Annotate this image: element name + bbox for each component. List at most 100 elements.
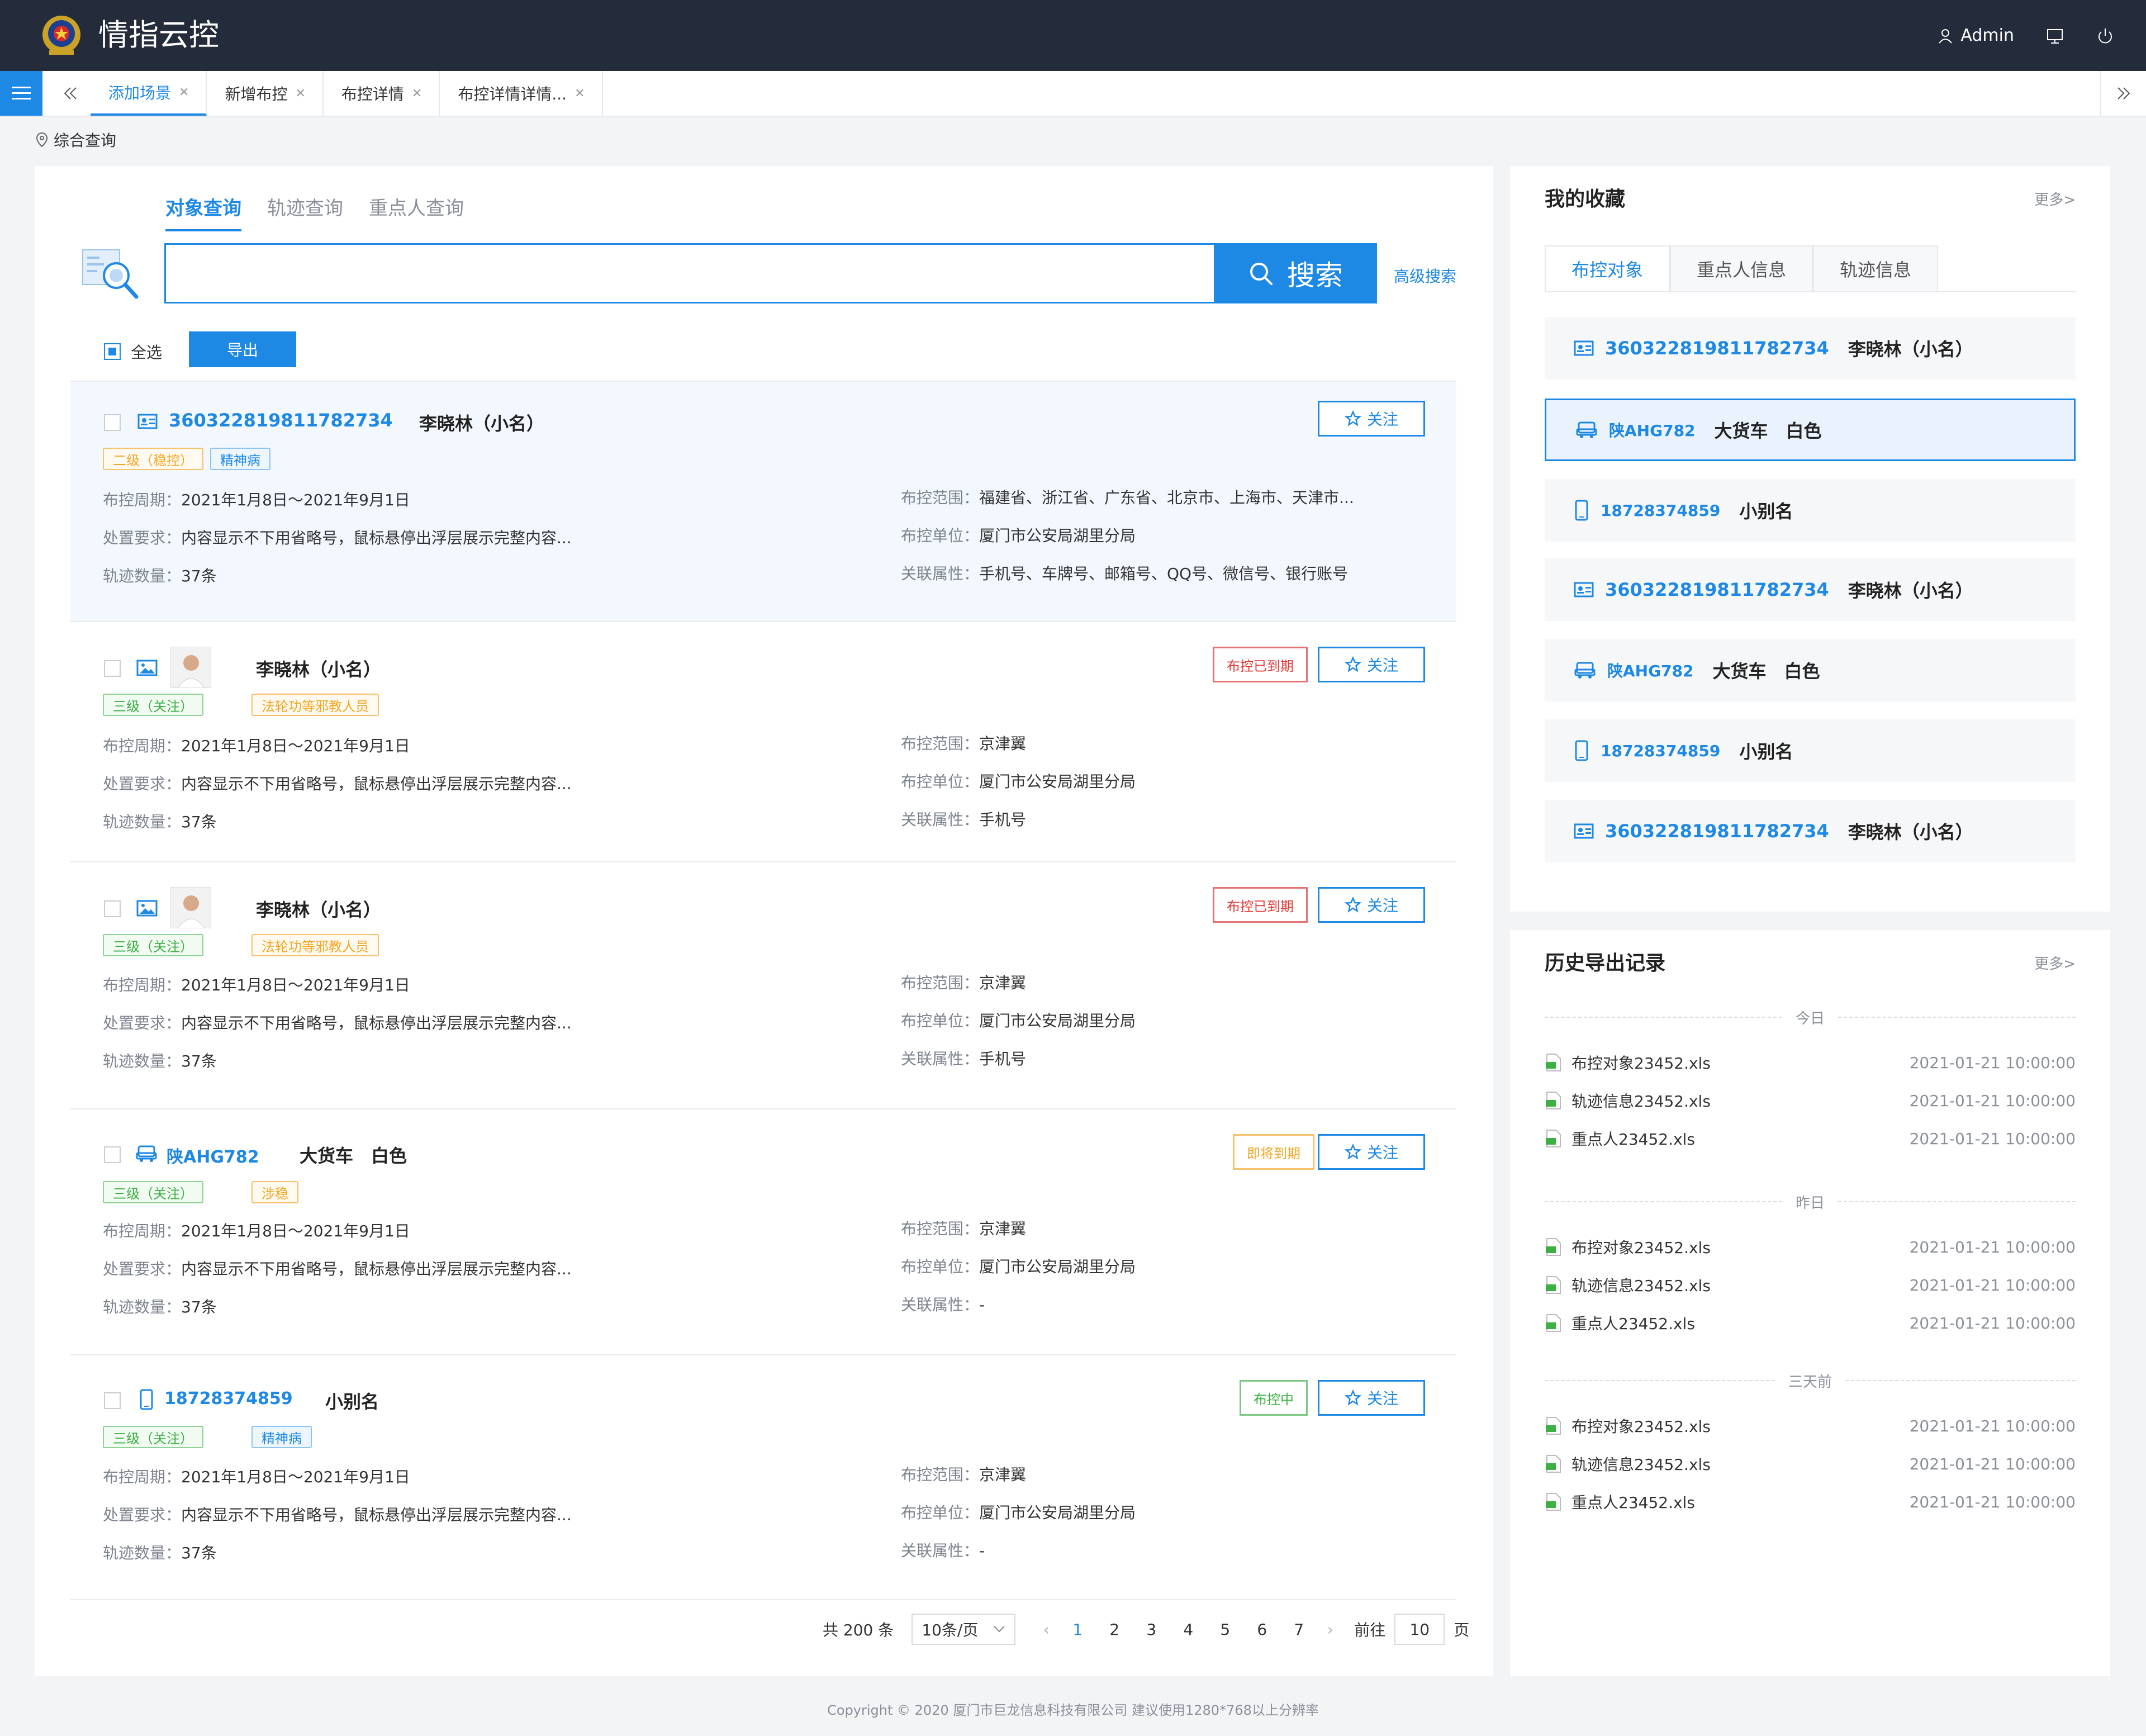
tab-close-icon[interactable]: ✕ <box>179 86 189 99</box>
result-checkbox[interactable] <box>104 1392 121 1409</box>
favorite-item[interactable]: 360322819811782734 李晓林（小名） <box>1545 317 2076 380</box>
history-row[interactable]: 轨迹信息23452.xls 2021-01-21 10:00:00 <box>1545 1450 2076 1478</box>
attribute-field: 关联属性：手机号、车牌号、邮箱号、QQ号、微信号、银行账号 <box>901 562 1348 584</box>
goto-page-input[interactable]: 10 <box>1394 1614 1445 1645</box>
page-2[interactable]: 2 <box>1096 1620 1133 1639</box>
history-row[interactable]: 重点人23452.xls 2021-01-21 10:00:00 <box>1545 1309 2076 1337</box>
tab-new-control[interactable]: 新增布控 ✕ <box>207 71 324 116</box>
breadcrumb: 综合查询 <box>35 129 116 151</box>
favorite-item[interactable]: 360322819811782734 李晓林（小名） <box>1545 800 2076 862</box>
history-row[interactable]: 重点人23452.xls 2021-01-21 10:00:00 <box>1545 1488 2076 1516</box>
tab-add-scene[interactable]: 添加场景 ✕ <box>91 71 207 116</box>
tabs-scroll-right-button[interactable] <box>2100 71 2146 116</box>
result-id[interactable]: 360322819811782734 <box>169 410 393 431</box>
history-row[interactable]: 轨迹信息23452.xls 2021-01-21 10:00:00 <box>1545 1271 2076 1299</box>
next-page-button[interactable]: › <box>1317 1620 1343 1639</box>
tab-control-detail-detail[interactable]: 布控详情详情... ✕ <box>440 71 603 116</box>
tab-control-detail[interactable]: 布控详情 ✕ <box>324 71 440 116</box>
status-badge: 即将到期 <box>1233 1134 1314 1170</box>
tab-key-person-query[interactable]: 重点人查询 <box>369 193 464 231</box>
tabs-scroll-left-button[interactable] <box>51 71 89 116</box>
page-5[interactable]: 5 <box>1207 1620 1243 1639</box>
page-4[interactable]: 4 <box>1170 1620 1207 1639</box>
field-value[interactable]: 内容显示不下用省略号，鼠标悬停出浮层展示完整内容... <box>181 529 572 547</box>
history-row[interactable]: 布控对象23452.xls 2021-01-21 10:00:00 <box>1545 1233 2076 1261</box>
result-checkbox[interactable] <box>104 1146 121 1163</box>
category-tag: 法轮功等邪教人员 <box>251 934 379 956</box>
favorite-item[interactable]: 陕AHG782 大货车 白色 <box>1545 639 2076 701</box>
range-field: 布控范围：福建省、浙江省、广东省、北京市、上海市、天津市... <box>901 486 1354 508</box>
id-card-icon <box>1574 582 1594 597</box>
tab-object-query[interactable]: 对象查询 <box>165 193 241 231</box>
field-value[interactable]: 福建省、浙江省、广东省、北京市、上海市、天津市... <box>979 488 1354 507</box>
search-input[interactable] <box>164 243 1216 303</box>
section-label: 昨日 <box>1796 1194 1825 1212</box>
field-value: - <box>979 1541 985 1560</box>
page-size-select[interactable]: 10条/页 <box>911 1614 1016 1645</box>
follow-button[interactable]: 关注 <box>1318 647 1425 682</box>
tab-close-icon[interactable]: ✕ <box>295 87 305 101</box>
field-value: 2021年1月8日～2021年9月1日 <box>181 491 410 509</box>
search-button[interactable]: 搜索 <box>1214 243 1377 303</box>
favorite-item[interactable]: 陕AHG782 大货车 白色 <box>1545 399 2076 461</box>
field-key: 布控周期： <box>103 491 182 509</box>
field-key: 布控范围： <box>901 1465 980 1484</box>
field-value[interactable]: 内容显示不下用省略号，鼠标悬停出浮层展示完整内容... <box>181 1506 572 1524</box>
tab-close-icon[interactable]: ✕ <box>412 87 422 101</box>
select-all-checkbox[interactable] <box>104 343 121 360</box>
result-item: 陕AHG782 大货车 白色 三级（关注） 涉稳 即将到期 关注 布控周期：20… <box>70 1108 1456 1354</box>
result-name: 大货车 白色 <box>300 1145 407 1166</box>
tab-close-icon[interactable]: ✕ <box>575 87 585 101</box>
result-id[interactable]: 18728374859 <box>164 1389 293 1408</box>
follow-button[interactable]: 关注 <box>1318 1380 1425 1416</box>
favorite-item[interactable]: 18728374859 小别名 <box>1545 479 2076 542</box>
page-6[interactable]: 6 <box>1243 1620 1280 1639</box>
result-item: 李晓林（小名） 三级（关注） 法轮功等邪教人员 布控已到期 关注 布控周期：20… <box>70 621 1456 861</box>
result-id[interactable]: 陕AHG782 <box>167 1143 259 1168</box>
follow-button[interactable]: 关注 <box>1318 887 1425 923</box>
field-key: 布控单位： <box>901 1503 980 1522</box>
prev-page-button[interactable]: ‹ <box>1033 1620 1059 1639</box>
monitor-icon[interactable] <box>2045 26 2064 45</box>
page-1[interactable]: 1 <box>1059 1620 1096 1639</box>
tab-control-objects[interactable]: 布控对象 <box>1545 245 1670 291</box>
follow-label: 关注 <box>1366 1389 1398 1408</box>
favorite-item[interactable]: 18728374859 小别名 <box>1545 719 2076 782</box>
period-field: 布控周期：2021年1月8日～2021年9月1日 <box>103 1465 410 1487</box>
tab-track-query[interactable]: 轨迹查询 <box>267 193 343 231</box>
requirement-field: 处置要求：内容显示不下用省略号，鼠标悬停出浮层展示完整内容... <box>103 1503 572 1525</box>
double-chevron-right-icon <box>2117 87 2130 99</box>
user-name[interactable]: Admin <box>1960 26 2014 45</box>
status-badge: 布控已到期 <box>1213 887 1308 923</box>
export-button[interactable]: 导出 <box>189 331 296 367</box>
advanced-search-link[interactable]: 高级搜索 <box>1394 264 1456 287</box>
period-field: 布控周期：2021年1月8日～2021年9月1日 <box>103 1219 410 1241</box>
field-value: 京津翼 <box>979 974 1027 992</box>
favorite-item[interactable]: 360322819811782734 李晓林（小名） <box>1545 558 2076 621</box>
menu-toggle-button[interactable] <box>0 71 42 116</box>
tab-key-person-info[interactable]: 重点人信息 <box>1670 245 1813 291</box>
favorites-more-link[interactable]: 更多> <box>2034 188 2076 209</box>
follow-label: 关注 <box>1366 410 1398 429</box>
page-7[interactable]: 7 <box>1280 1620 1317 1639</box>
result-checkbox[interactable] <box>104 414 121 431</box>
history-row[interactable]: 布控对象23452.xls 2021-01-21 10:00:00 <box>1545 1412 2076 1440</box>
result-checkbox[interactable] <box>104 660 121 677</box>
page-3[interactable]: 3 <box>1133 1620 1170 1639</box>
field-value[interactable]: 内容显示不下用省略号，鼠标悬停出浮层展示完整内容... <box>181 1260 572 1278</box>
history-row[interactable]: 布控对象23452.xls 2021-01-21 10:00:00 <box>1545 1049 2076 1076</box>
field-value[interactable]: 内容显示不下用省略号，鼠标悬停出浮层展示完整内容... <box>181 775 572 793</box>
field-value[interactable]: 内容显示不下用省略号，鼠标悬停出浮层展示完整内容... <box>181 1014 572 1032</box>
id-card-icon <box>1574 823 1594 839</box>
history-row[interactable]: 重点人23452.xls 2021-01-21 10:00:00 <box>1545 1125 2076 1152</box>
result-checkbox[interactable] <box>104 900 121 917</box>
select-all[interactable]: 全选 <box>104 340 162 363</box>
follow-button[interactable]: 关注 <box>1318 1134 1425 1170</box>
history-more-link[interactable]: 更多> <box>2034 952 2076 973</box>
follow-button[interactable]: 关注 <box>1318 401 1425 437</box>
field-value: 手机号 <box>979 810 1027 829</box>
history-row[interactable]: 轨迹信息23452.xls 2021-01-21 10:00:00 <box>1545 1087 2076 1114</box>
follow-label: 关注 <box>1366 897 1398 915</box>
power-icon[interactable] <box>2096 26 2115 45</box>
tab-track-info[interactable]: 轨迹信息 <box>1813 245 1939 291</box>
